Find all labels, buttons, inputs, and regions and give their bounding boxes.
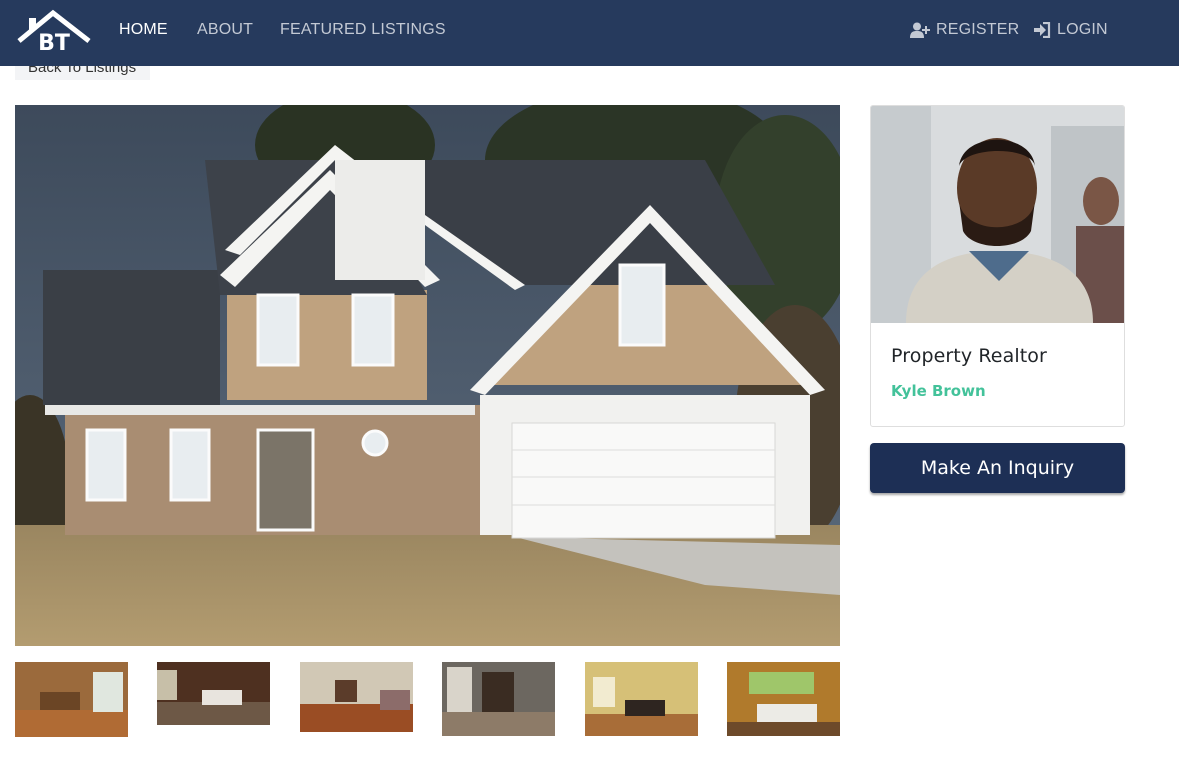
nav-featured-listings[interactable]: FEATURED LISTINGS — [280, 21, 446, 39]
realtor-title: Property Realtor — [891, 345, 1047, 367]
realtor-photo — [871, 106, 1124, 323]
nav-home[interactable]: HOME — [119, 21, 168, 39]
navbar: BT HOME ABOUT FEATURED LISTINGS REGISTER… — [0, 0, 1179, 66]
realtor-card: Property Realtor Kyle Brown — [870, 105, 1125, 427]
thumbnail-living-room[interactable] — [157, 662, 270, 725]
login-label: LOGIN — [1057, 21, 1108, 38]
user-plus-icon — [910, 22, 930, 38]
nav-register[interactable]: REGISTER — [910, 21, 1019, 39]
make-inquiry-button[interactable]: Make An Inquiry — [870, 443, 1125, 493]
logo-text: BT — [38, 31, 70, 54]
nav-login[interactable]: LOGIN — [1034, 21, 1108, 39]
thumbnail-sunroom[interactable] — [727, 662, 840, 736]
brand-logo[interactable]: BT — [16, 8, 92, 56]
thumbnail-dining-room[interactable] — [442, 662, 555, 736]
realtor-name: Kyle Brown — [891, 382, 986, 400]
register-label: REGISTER — [936, 21, 1020, 38]
sign-in-icon — [1034, 22, 1051, 38]
thumbnail-family-room[interactable] — [300, 662, 413, 732]
nav-about[interactable]: ABOUT — [197, 21, 253, 39]
thumbnail-billiard-room[interactable] — [585, 662, 698, 736]
main-listing-photo — [15, 105, 840, 646]
thumbnail-kitchen[interactable] — [15, 662, 128, 737]
